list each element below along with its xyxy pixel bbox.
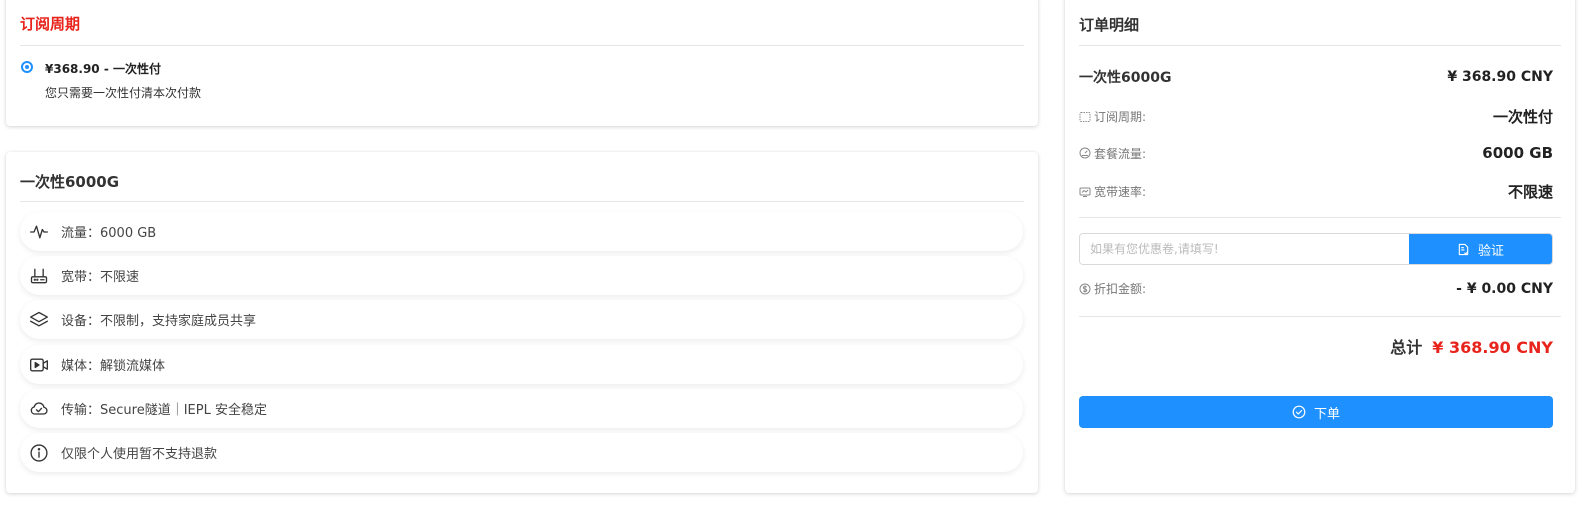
- feature-text: 设备：不限制，支持家庭成员共享: [61, 314, 257, 329]
- feature-item-media: 媒体：解锁流媒体: [20, 345, 1023, 384]
- feature-item-notice: 仅限个人使用暂不支持退款: [20, 433, 1023, 472]
- activity-icon: [28, 221, 50, 243]
- cycle-title: 订阅周期: [20, 15, 81, 33]
- detail-label: 套餐流量:: [1094, 146, 1147, 161]
- cycle-option-description: 您只需要一次性付清本次付款: [45, 86, 202, 100]
- layers-icon: [28, 309, 50, 331]
- feature-text: 流量：6000 GB: [61, 226, 157, 241]
- gauge-icon: [1079, 147, 1091, 159]
- place-order-label: 下单: [1313, 406, 1340, 422]
- monitor-icon: [1079, 187, 1091, 197]
- dollar-circle-icon: [1079, 283, 1091, 294]
- feature-item-traffic: 流量：6000 GB: [20, 212, 1023, 251]
- total-row: 总计 ¥ 368.90 CNY: [1390, 334, 1553, 358]
- order-item-price: ¥ 368.90 CNY: [1447, 69, 1553, 85]
- place-order-button[interactable]: 下单: [1079, 396, 1553, 428]
- plan-features-card: 一次性6000G 流量：6000 GB 宽带：不限速 设备：不限制，支持家庭成员…: [6, 152, 1038, 493]
- feature-text: 宽带：不限速: [61, 270, 140, 285]
- feature-item-devices: 设备：不限制，支持家庭成员共享: [20, 300, 1023, 339]
- detail-label: 宽带速率:: [1094, 185, 1147, 199]
- coupon-box: 验证: [1079, 233, 1553, 265]
- detail-value: 6000 GB: [1482, 144, 1553, 162]
- order-item-row: 一次性6000G ¥ 368.90 CNY: [1079, 67, 1553, 87]
- detail-label: 订阅周期:: [1094, 110, 1147, 124]
- order-title: 订单明细: [1079, 16, 1140, 34]
- discount-value: - ¥ 0.00 CNY: [1456, 280, 1553, 297]
- discount-label: 折扣金额:: [1094, 282, 1147, 296]
- calendar-icon: [1079, 111, 1091, 122]
- cycle-option-radio[interactable]: [21, 61, 33, 73]
- divider: [1079, 316, 1561, 317]
- feature-item-bandwidth: 宽带：不限速: [20, 256, 1023, 295]
- divider: [20, 45, 1024, 46]
- detail-value: 不限速: [1507, 183, 1553, 201]
- verify-button[interactable]: 验证: [1409, 234, 1552, 264]
- info-icon: [28, 442, 50, 464]
- verify-label: 验证: [1477, 243, 1504, 259]
- document-check-icon: [1458, 243, 1469, 255]
- cycle-option-label[interactable]: ¥368.90 - 一次性付: [45, 60, 161, 77]
- detail-value: 一次性付: [1492, 108, 1553, 126]
- discount-row: 折扣金额: - ¥ 0.00 CNY: [1079, 280, 1553, 297]
- router-icon: [28, 265, 50, 287]
- total-value: ¥ 368.90 CNY: [1432, 338, 1553, 357]
- feature-text: 仅限个人使用暂不支持退款: [61, 447, 218, 462]
- detail-row-bandwidth: 宽带速率: 不限速: [1079, 181, 1553, 202]
- detail-row-traffic: 套餐流量: 6000 GB: [1079, 144, 1553, 162]
- divider: [1079, 45, 1561, 46]
- divider: [1079, 217, 1561, 218]
- subscription-cycle-card: 订阅周期 ¥368.90 - 一次性付 您只需要一次性付清本次付款: [6, 0, 1038, 126]
- plan-title: 一次性6000G: [20, 173, 120, 191]
- detail-row-cycle: 订阅周期: 一次性付: [1079, 106, 1553, 127]
- feature-text: 媒体：解锁流媒体: [61, 359, 166, 374]
- order-item-name: 一次性6000G: [1079, 70, 1172, 86]
- coupon-input[interactable]: [1080, 234, 1409, 264]
- feature-text: 传输：Secure隧道｜IEPL 安全稳定: [61, 403, 267, 418]
- total-label: 总计: [1390, 338, 1423, 357]
- order-details-card: 订单明细 一次性6000G ¥ 368.90 CNY 订阅周期: 一次性付 套餐…: [1065, 0, 1575, 493]
- cloud-check-icon: [28, 398, 50, 420]
- feature-item-transport: 传输：Secure隧道｜IEPL 安全稳定: [20, 389, 1023, 428]
- divider: [20, 201, 1024, 202]
- video-icon: [28, 354, 50, 376]
- check-circle-icon: [1292, 405, 1306, 419]
